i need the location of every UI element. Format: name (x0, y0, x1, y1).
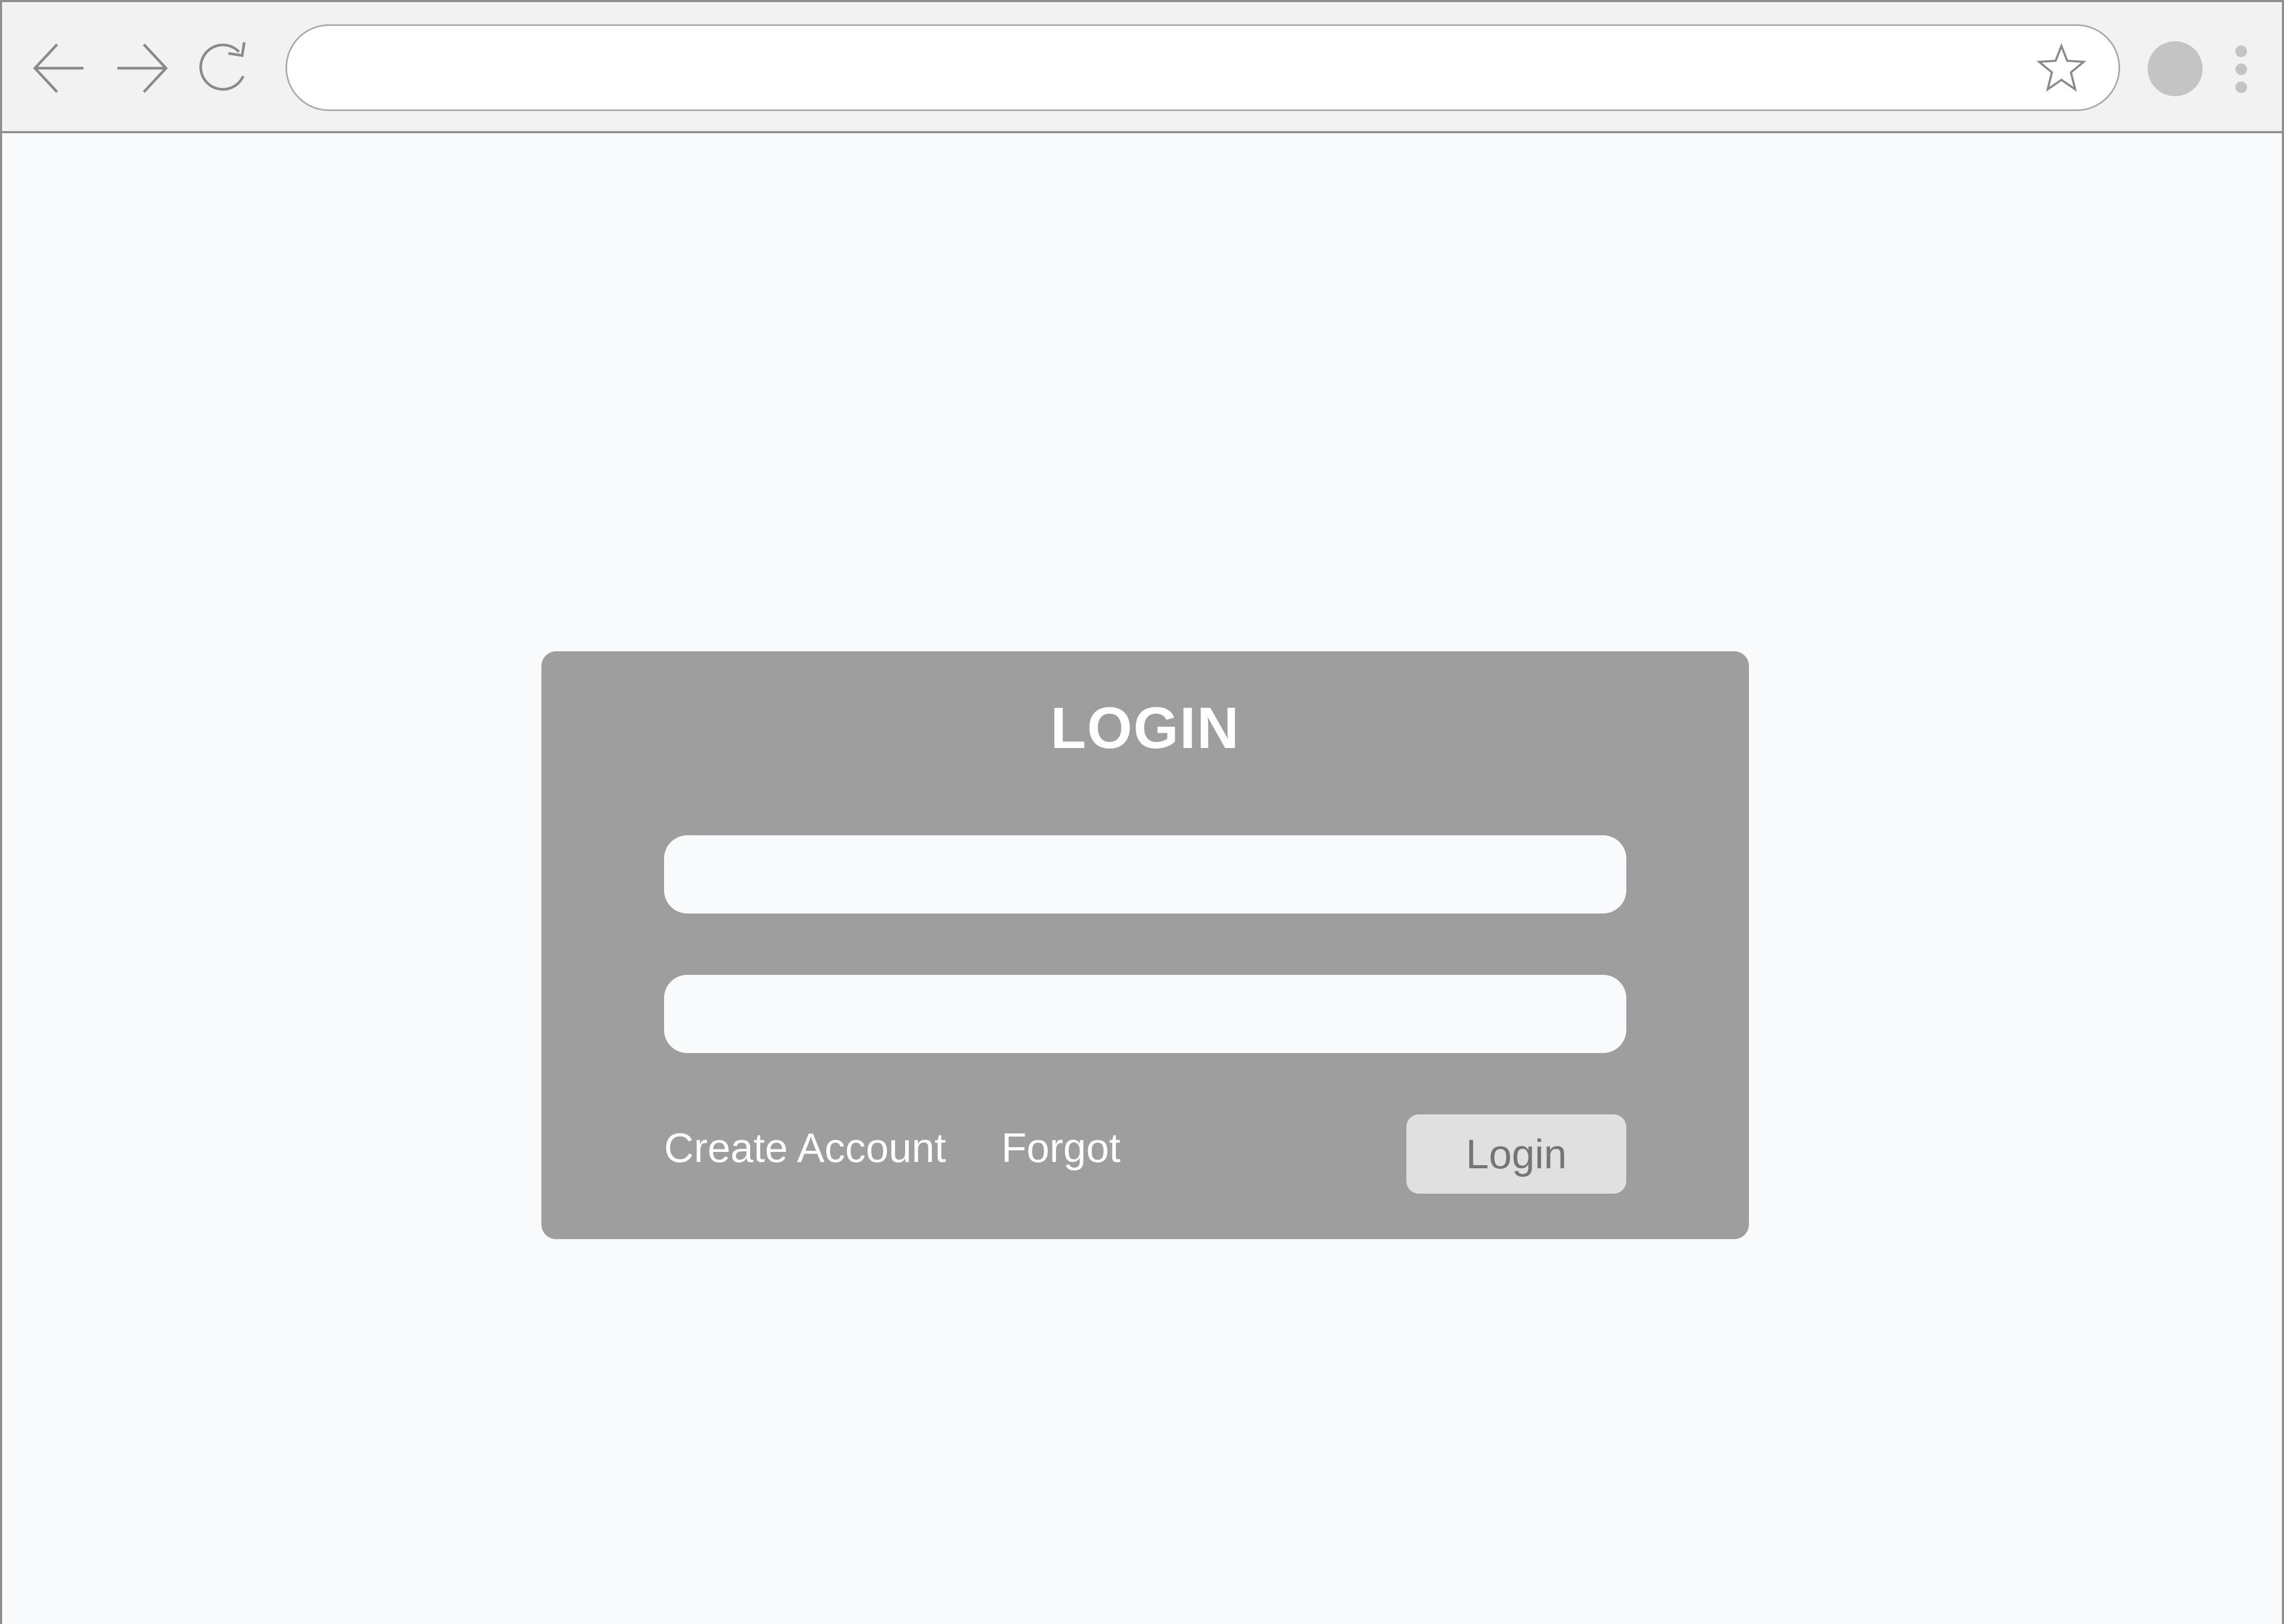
arrow-left-icon (33, 43, 84, 93)
star-icon[interactable] (2036, 43, 2087, 94)
reload-button[interactable] (196, 39, 254, 97)
login-title: LOGIN (1050, 696, 1240, 761)
forward-button[interactable] (113, 39, 171, 97)
create-account-link[interactable]: Create Account (664, 1127, 946, 1168)
kebab-menu-icon[interactable] (2230, 41, 2251, 96)
address-bar[interactable] (286, 24, 2120, 111)
username-field[interactable] (664, 835, 1626, 914)
back-button[interactable] (30, 39, 88, 97)
browser-toolbar (2, 2, 2282, 133)
reload-icon (199, 42, 246, 91)
arrow-right-icon (117, 43, 168, 93)
login-button[interactable]: Login (1406, 1114, 1626, 1194)
avatar[interactable] (2148, 41, 2203, 96)
page-content: LOGIN Create Account Forgot Login (2, 133, 2282, 1624)
browser-window: LOGIN Create Account Forgot Login (0, 0, 2284, 1624)
forgot-link[interactable]: Forgot (1001, 1127, 1120, 1168)
password-field[interactable] (664, 975, 1626, 1053)
login-card: LOGIN Create Account Forgot Login (541, 651, 1749, 1239)
